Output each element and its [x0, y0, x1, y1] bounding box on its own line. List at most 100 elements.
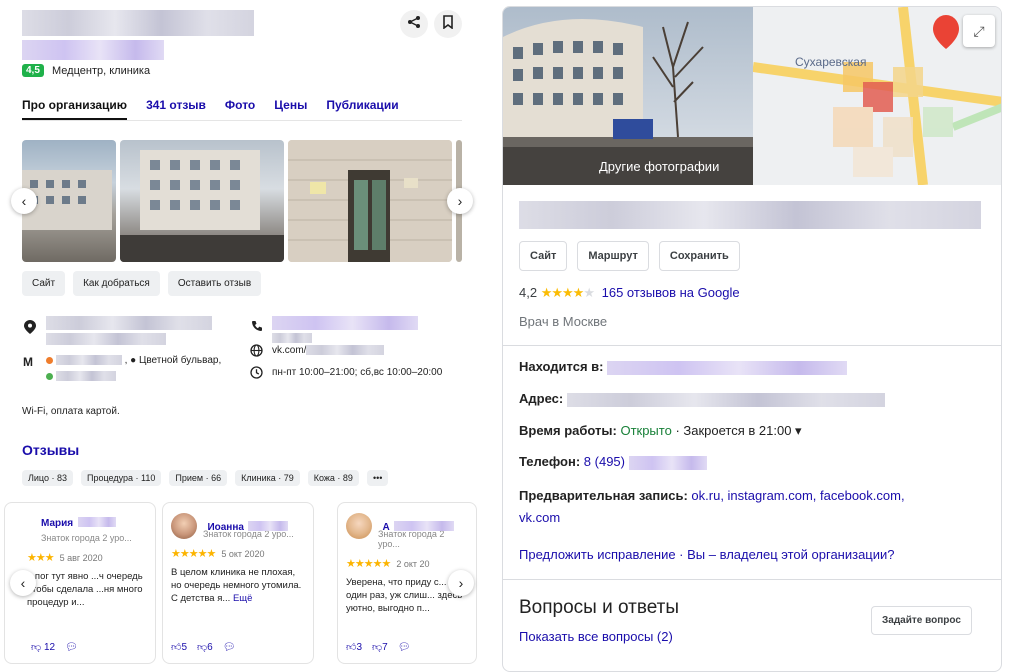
rating-value: 4,2: [519, 285, 538, 300]
like-button[interactable]: 👍︎5: [171, 641, 187, 653]
like-button[interactable]: 👍︎3: [346, 641, 362, 653]
reviews-next-button[interactable]: ›: [448, 570, 474, 596]
booking-label: Предварительная запись:: [519, 488, 688, 503]
opening-hours: пн-пт 10:00–21:00; сб,вс 10:00–20:00: [272, 367, 443, 378]
share-button[interactable]: [400, 10, 428, 38]
website-link[interactable]: vk.com/: [272, 345, 385, 356]
phone-number[interactable]: 8 (495): [584, 454, 625, 469]
like-count: 5: [181, 642, 188, 653]
dislike-button[interactable]: 👎︎7: [372, 641, 388, 653]
metro-station-name[interactable]: , ● Цветной бульвар,: [125, 355, 222, 366]
chevron-right-icon: ›: [458, 575, 464, 591]
chip-procedure[interactable]: Процедура · 110: [81, 470, 162, 486]
dislike-count: 7: [382, 642, 388, 653]
photos-next-button[interactable]: ›: [447, 188, 473, 214]
reviewer-surname-redacted: [77, 516, 116, 527]
read-more-link[interactable]: Ещё: [233, 593, 252, 604]
chip-more[interactable]: •••: [366, 470, 389, 486]
more-photos-label[interactable]: Другие фотографии: [599, 159, 719, 174]
map-thumbnail[interactable]: Сухаревская ⤢: [753, 7, 1001, 185]
chip-clinic[interactable]: Клиника · 79: [235, 470, 300, 486]
google-reviews-link[interactable]: 165 отзывов на Google: [602, 285, 740, 300]
rating-stars-empty: ★: [583, 285, 595, 300]
bookmark-icon: [442, 14, 454, 34]
show-all-questions-link[interactable]: Показать все вопросы (2): [519, 629, 673, 644]
booking-link-vk[interactable]: vk.com: [519, 510, 560, 525]
metro-line-dot: [46, 372, 53, 380]
reviewer-name[interactable]: Мария: [41, 518, 73, 529]
thumbs-up-icon: 👍︎: [346, 642, 357, 653]
located-in-redacted[interactable]: [607, 360, 848, 375]
phone-redacted: [272, 316, 418, 330]
ask-question-button[interactable]: Задайте вопрос: [871, 606, 972, 635]
metro-stations: , ● Цветной бульвар,: [46, 355, 221, 366]
metro-name-redacted: [55, 355, 122, 366]
bookmark-button[interactable]: [434, 10, 462, 38]
like-count: 3: [356, 642, 363, 653]
tab-photos[interactable]: Фото: [225, 98, 255, 120]
review-stars: ★★★★★ 2 окт 20: [346, 557, 468, 570]
review-stars: ★★★ 5 авг 2020: [13, 551, 147, 564]
thumbs-down-icon: 👎︎: [31, 642, 42, 653]
directions-button[interactable]: Как добраться: [73, 271, 160, 296]
tab-reviews[interactable]: 341 отзыв: [146, 98, 206, 120]
place-actions: Сайт Маршрут Сохранить: [519, 241, 740, 271]
photo-thumbnail[interactable]: [120, 140, 284, 262]
tab-prices[interactable]: Цены: [274, 98, 307, 120]
place-category: Врач в Москве: [519, 314, 608, 329]
chip-skin[interactable]: Кожа · 89: [307, 470, 359, 486]
comment-icon[interactable]: 💬︎: [65, 642, 78, 653]
dislike-button[interactable]: 👎︎6: [197, 641, 213, 653]
phone-icon: [251, 320, 263, 335]
review-footer: 👍︎5 👎︎6 💬︎: [171, 641, 236, 654]
clock-icon: [250, 366, 263, 382]
booking-row: Предварительная запись: ok.ru, instagram…: [519, 485, 905, 529]
metro-icon: M: [23, 355, 33, 369]
save-button[interactable]: Сохранить: [658, 241, 740, 271]
share-icon: [407, 15, 421, 34]
site-button[interactable]: Сайт: [22, 271, 66, 296]
review-chips: Лицо · 83 Процедура · 110 Прием · 66 Кли…: [22, 470, 389, 486]
rating-stars: ★★★★: [540, 285, 585, 300]
divider: [503, 579, 1001, 580]
star-rating: ★★★: [27, 552, 55, 564]
tab-publications[interactable]: Публикации: [326, 98, 398, 120]
like-button[interactable]: 👎︎ 12: [31, 641, 55, 653]
tabs-divider: [22, 120, 462, 121]
hours-row[interactable]: Время работы: Открыто · Закроется в 21:0…: [519, 423, 802, 439]
closing-time[interactable]: · Закроется в 21:00 ▾: [675, 423, 801, 438]
chip-face[interactable]: Лицо · 83: [22, 470, 74, 486]
booking-links[interactable]: ok.ru, instagram.com, facebook.com,: [691, 488, 904, 503]
reviews-prev-button[interactable]: ‹: [10, 570, 36, 596]
amenities: Wi-Fi, оплата картой.: [22, 406, 120, 417]
photos-prev-button[interactable]: ‹: [11, 188, 37, 214]
map-metro-label: Сухаревская: [795, 55, 867, 69]
dislike-count: 6: [207, 642, 213, 653]
expand-map-button[interactable]: ⤢: [963, 15, 995, 47]
website-text: vk.com/: [272, 345, 307, 356]
avatar: [346, 513, 372, 539]
review-card[interactable]: Иоанна Знаток города 2 уро... ★★★★★ 5 окт…: [162, 502, 314, 664]
chevron-right-icon: ›: [457, 193, 463, 209]
comment-icon[interactable]: 💬︎: [223, 642, 236, 653]
divider: [503, 345, 1001, 346]
reviewer-surname-redacted: [248, 521, 289, 531]
review-date: 2 окт 20: [396, 559, 430, 569]
hero-image[interactable]: Другие фотографии Сухаревская ⤢: [503, 7, 1001, 185]
website-button[interactable]: Сайт: [519, 241, 568, 271]
route-button[interactable]: Маршрут: [577, 241, 649, 271]
suggest-edit-row: Предложить исправление · Вы – владелец э…: [519, 547, 895, 562]
chip-appointment[interactable]: Прием · 66: [169, 470, 228, 486]
address-line2-redacted: [46, 333, 166, 345]
metro-line-dot: [46, 356, 53, 364]
review-date: 5 окт 2020: [221, 549, 265, 559]
tab-about[interactable]: Про организацию: [22, 98, 128, 120]
google-rating: 4,2 ★★★★★ 165 отзывов на Google: [519, 285, 740, 301]
photo-thumbnail[interactable]: [288, 140, 452, 262]
suggest-edit-link[interactable]: Предложить исправление · Вы – владелец э…: [519, 547, 895, 562]
leave-review-button[interactable]: Оставить отзыв: [167, 271, 262, 296]
review-stars: ★★★★★ 5 окт 2020: [171, 547, 305, 560]
yandex-panel: 4,5 Медцентр, клиника Про организацию 34…: [0, 0, 477, 672]
comment-icon[interactable]: 💬︎: [398, 642, 411, 653]
reviews-heading[interactable]: Отзывы: [22, 442, 79, 458]
